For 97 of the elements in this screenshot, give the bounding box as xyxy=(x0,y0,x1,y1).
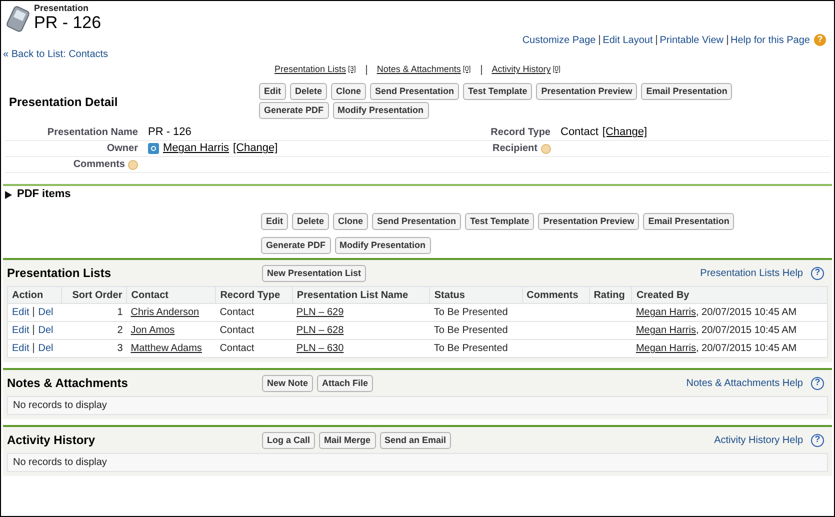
action-button[interactable]: Generate PDF xyxy=(259,102,329,119)
jump-link[interactable]: Notes & Attachments xyxy=(376,63,461,77)
empty-message: No records to display xyxy=(7,453,828,472)
expand-icon[interactable] xyxy=(5,190,12,198)
column-header: Comments xyxy=(522,286,590,304)
row-action-link[interactable]: Del xyxy=(38,307,54,318)
empty-message: No records to display xyxy=(7,396,828,415)
action-button[interactable]: Delete xyxy=(290,83,328,100)
column-header: Presentation List Name xyxy=(292,286,430,304)
column-header: Contact xyxy=(126,286,216,304)
table-cell: To Be Presented xyxy=(430,304,522,322)
jump-link[interactable]: Activity History xyxy=(492,63,551,77)
table-cell: To Be Presented xyxy=(430,340,522,358)
table-cell: 3 xyxy=(62,340,127,358)
top-link[interactable]: Help for this Page xyxy=(730,32,810,48)
row-action-link[interactable]: Edit xyxy=(12,325,30,336)
row-action-link[interactable]: Edit xyxy=(12,343,30,354)
contact-link[interactable]: Matthew Adams xyxy=(130,343,202,354)
help-link[interactable]: Presentation Lists Help xyxy=(700,266,803,280)
creator-link[interactable]: Megan Harris xyxy=(636,307,696,318)
action-button[interactable]: Delete xyxy=(292,213,330,230)
action-button[interactable]: Test Template xyxy=(465,213,534,230)
help-icon[interactable]: ? xyxy=(811,376,824,390)
table-cell: Contact xyxy=(216,304,292,322)
column-header: Rating xyxy=(589,286,632,304)
list-name-link[interactable]: PLN – 630 xyxy=(296,343,344,354)
action-button[interactable]: Log a Call xyxy=(262,432,316,448)
section-title: Presentation Lists xyxy=(7,265,112,282)
table-cell: Contact xyxy=(216,340,292,358)
field-label: Recipient xyxy=(418,141,560,156)
table-cell: To Be Presented xyxy=(430,322,522,340)
help-icon[interactable] xyxy=(540,144,550,154)
action-button[interactable]: Modify Presentation xyxy=(334,236,431,254)
column-header: Created By xyxy=(632,286,828,304)
top-link[interactable]: Customize Page xyxy=(522,32,596,48)
column-header: Sort Order xyxy=(62,286,127,304)
action-button[interactable]: Send Presentation xyxy=(372,213,462,230)
action-button[interactable]: Send an Email xyxy=(380,432,452,448)
field-value: Contact xyxy=(560,125,598,140)
change-link[interactable]: [Change] xyxy=(602,124,648,141)
action-button[interactable]: Modify Presentation xyxy=(332,102,429,119)
top-link[interactable]: Printable View xyxy=(660,32,724,48)
action-button[interactable]: New Presentation List xyxy=(262,264,366,282)
row-action-link[interactable]: Del xyxy=(38,343,54,354)
action-button[interactable]: Clone xyxy=(333,213,368,230)
action-button[interactable]: Edit xyxy=(259,83,286,100)
field-label: Comments xyxy=(5,157,148,172)
top-link[interactable]: Edit Layout xyxy=(602,32,653,48)
record-title: PR - 126 xyxy=(34,13,102,33)
row-action-link[interactable]: Del xyxy=(38,325,54,336)
table-cell: Contact xyxy=(216,322,292,340)
row-action-link[interactable]: Edit xyxy=(12,307,30,318)
user-icon xyxy=(148,143,159,154)
action-button[interactable]: Send Presentation xyxy=(370,83,460,100)
action-button[interactable]: Presentation Preview xyxy=(536,83,638,100)
help-icon[interactable]: ? xyxy=(811,266,824,280)
contact-link[interactable]: Chris Anderson xyxy=(130,307,200,318)
action-button[interactable]: Attach File xyxy=(317,374,374,392)
help-icon[interactable] xyxy=(128,160,138,170)
field-label: Record Type xyxy=(490,126,552,140)
action-button[interactable]: Edit xyxy=(261,213,288,230)
table-cell: 2 xyxy=(62,322,127,340)
section-title: Notes & Attachments xyxy=(7,375,129,392)
action-button[interactable]: Clone xyxy=(331,83,366,100)
field-label: Owner xyxy=(106,142,139,156)
list-name-link[interactable]: PLN – 629 xyxy=(296,307,344,318)
created-date: , 20/07/2015 10:45 AM xyxy=(696,325,797,336)
creator-link[interactable]: Megan Harris xyxy=(636,325,696,336)
back-link[interactable]: « Back to List: Contacts xyxy=(3,46,108,62)
section-title: Activity History xyxy=(7,432,96,449)
change-link[interactable]: [Change] xyxy=(233,140,278,157)
created-date: , 20/07/2015 10:45 AM xyxy=(696,307,797,318)
help-icon[interactable]: ? xyxy=(811,434,824,446)
action-button[interactable]: Presentation Preview xyxy=(538,213,640,230)
help-link[interactable]: Activity History Help xyxy=(714,432,803,448)
action-button[interactable]: Mail Merge xyxy=(319,432,376,448)
field-value: PR - 126 xyxy=(148,125,192,140)
object-type: Presentation xyxy=(34,3,90,13)
section-title: PDF items xyxy=(17,187,71,202)
action-button[interactable]: Email Presentation xyxy=(643,213,734,230)
owner-link[interactable]: Megan Harris xyxy=(163,140,230,157)
jump-link[interactable]: Presentation Lists xyxy=(274,63,346,77)
column-header: Status xyxy=(430,286,522,304)
list-name-link[interactable]: PLN – 628 xyxy=(296,325,344,336)
column-header: Record Type xyxy=(216,286,292,304)
action-button[interactable]: New Note xyxy=(262,374,314,392)
column-header: Action xyxy=(8,286,62,304)
help-link[interactable]: Notes & Attachments Help xyxy=(686,376,803,390)
table-cell: 1 xyxy=(62,304,127,322)
action-button[interactable]: Generate PDF xyxy=(261,236,331,254)
action-button[interactable]: Test Template xyxy=(463,83,532,100)
contact-link[interactable]: Jon Amos xyxy=(130,325,175,336)
created-date: , 20/07/2015 10:45 AM xyxy=(696,343,797,354)
creator-link[interactable]: Megan Harris xyxy=(636,343,696,354)
action-button[interactable]: Email Presentation xyxy=(641,83,732,100)
section-title: Presentation Detail xyxy=(9,94,119,111)
field-label: Presentation Name xyxy=(46,126,139,140)
